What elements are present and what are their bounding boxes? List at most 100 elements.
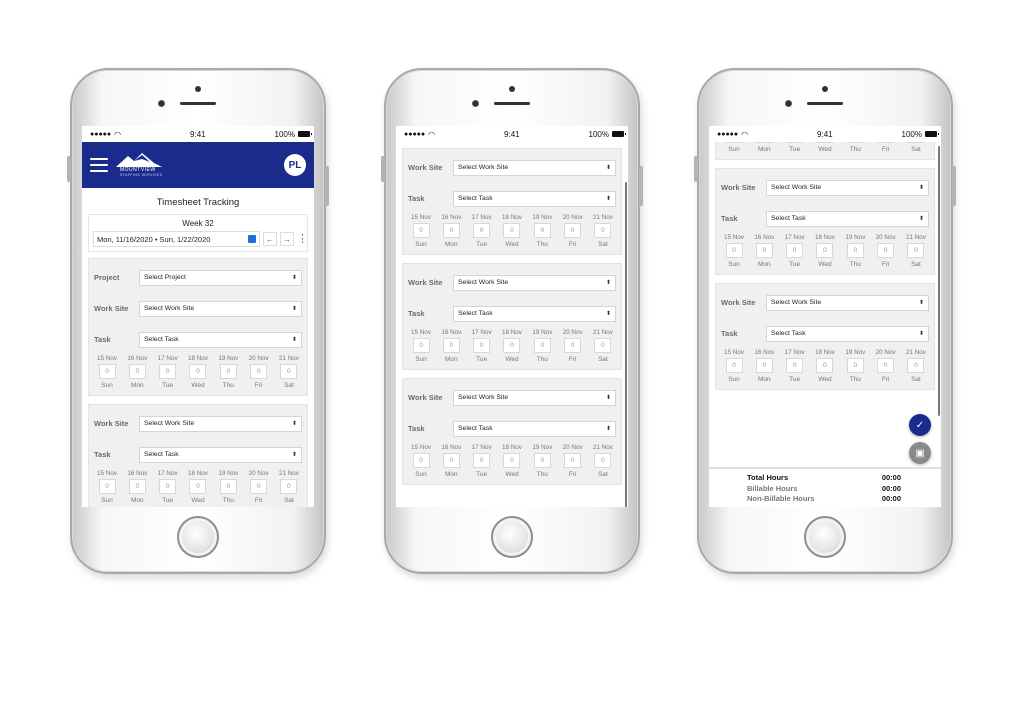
hours-input[interactable]: 0 bbox=[442, 223, 460, 238]
hours-input[interactable]: 0 bbox=[907, 243, 925, 258]
hours-input[interactable]: 0 bbox=[564, 223, 582, 238]
hours-input[interactable]: 0 bbox=[877, 243, 895, 258]
hours-input[interactable]: 0 bbox=[755, 358, 773, 373]
hours-input[interactable]: 0 bbox=[412, 453, 430, 468]
task-select[interactable]: Select Task ⬍ bbox=[453, 420, 616, 437]
hours-input[interactable]: 0 bbox=[473, 453, 491, 468]
hours-input[interactable]: 0 bbox=[219, 364, 237, 379]
menu-icon[interactable] bbox=[90, 158, 108, 172]
hours-input[interactable]: 0 bbox=[533, 223, 551, 238]
work-site-select[interactable]: Select Work Site ⬍ bbox=[139, 415, 302, 432]
prev-week-button[interactable]: ← bbox=[263, 232, 277, 246]
hours-input[interactable]: 0 bbox=[564, 453, 582, 468]
hours-input[interactable]: 0 bbox=[473, 223, 491, 238]
day-name: Sat bbox=[284, 382, 294, 389]
day-name: Mon bbox=[758, 376, 771, 383]
hours-input[interactable]: 0 bbox=[250, 479, 268, 494]
day-date: 21 Nov bbox=[592, 444, 613, 451]
save-button[interactable]: ▣ bbox=[909, 442, 931, 464]
select-caret-icon: ⬍ bbox=[291, 421, 297, 427]
hours-input[interactable]: 0 bbox=[442, 453, 460, 468]
scrollbar[interactable] bbox=[625, 182, 627, 507]
wifi-icon: ◠ bbox=[741, 129, 749, 139]
hours-input[interactable]: 0 bbox=[846, 358, 864, 373]
home-button[interactable] bbox=[491, 516, 533, 558]
work-site-select[interactable]: Select Work Site ⬍ bbox=[453, 389, 616, 406]
hours-input[interactable]: 0 bbox=[159, 364, 177, 379]
hours-input[interactable]: 0 bbox=[473, 338, 491, 353]
task-select[interactable]: Select Task ⬍ bbox=[766, 325, 929, 342]
date-range-field[interactable]: Mon, 11/16/2020 • Sun, 1/22/2020 bbox=[93, 231, 260, 247]
task-select[interactable]: Select Task ⬍ bbox=[766, 210, 929, 227]
hours-input[interactable]: 0 bbox=[786, 142, 804, 143]
hours-input[interactable]: 0 bbox=[786, 358, 804, 373]
hours-input[interactable]: 0 bbox=[846, 243, 864, 258]
hours-input[interactable]: 0 bbox=[755, 142, 773, 143]
hours-input[interactable]: 0 bbox=[725, 243, 743, 258]
hours-input[interactable]: 0 bbox=[412, 338, 430, 353]
scrollbar[interactable] bbox=[938, 146, 940, 416]
work-site-select[interactable]: Select Work Site ⬍ bbox=[766, 179, 929, 196]
home-button[interactable] bbox=[804, 516, 846, 558]
hours-input[interactable]: 0 bbox=[816, 358, 834, 373]
hours-input[interactable]: 0 bbox=[594, 223, 612, 238]
hours-input[interactable]: 0 bbox=[725, 142, 743, 143]
task-select[interactable]: Select Task ⬍ bbox=[453, 305, 616, 322]
hours-input[interactable]: 0 bbox=[128, 364, 146, 379]
select-caret-icon: ⬍ bbox=[605, 395, 611, 401]
project-select[interactable]: Select Project ⬍ bbox=[139, 269, 302, 286]
hours-input[interactable]: 0 bbox=[98, 479, 116, 494]
work-site-select[interactable]: Select Work Site ⬍ bbox=[453, 274, 616, 291]
hours-input[interactable]: 0 bbox=[533, 453, 551, 468]
day-name: Tue bbox=[162, 497, 174, 504]
home-button[interactable] bbox=[177, 516, 219, 558]
work-site-select[interactable]: Select Work Site ⬍ bbox=[766, 294, 929, 311]
scrolled-content[interactable]: Work Site Select Work Site ⬍ Task Select Tas… bbox=[396, 142, 628, 507]
hours-input[interactable]: 0 bbox=[219, 479, 237, 494]
hours-input[interactable]: 0 bbox=[725, 358, 743, 373]
hours-input[interactable]: 0 bbox=[189, 364, 207, 379]
hours-input[interactable]: 0 bbox=[280, 479, 298, 494]
task-row: Task Select Task ⬍ bbox=[721, 318, 929, 349]
select-caret-icon: ⬍ bbox=[291, 306, 297, 312]
hours-input[interactable]: 0 bbox=[786, 243, 804, 258]
hours-input[interactable]: 0 bbox=[594, 453, 612, 468]
hours-input[interactable]: 0 bbox=[412, 223, 430, 238]
hours-input[interactable]: 0 bbox=[594, 338, 612, 353]
status-bar: ●●●●● ◠ 9:41 100% bbox=[82, 126, 314, 142]
task-select[interactable]: Select Task ⬍ bbox=[139, 331, 302, 348]
work-site-select[interactable]: Select Work Site ⬍ bbox=[139, 300, 302, 317]
hours-input[interactable]: 0 bbox=[128, 479, 146, 494]
hours-input[interactable]: 0 bbox=[533, 338, 551, 353]
submit-button[interactable]: ✓ bbox=[909, 414, 931, 436]
hours-input[interactable]: 0 bbox=[503, 453, 521, 468]
hours-input[interactable]: 0 bbox=[755, 243, 773, 258]
next-week-button[interactable]: → bbox=[280, 232, 294, 246]
day-date: 19 Nov bbox=[845, 349, 866, 356]
hours-input[interactable]: 0 bbox=[189, 479, 207, 494]
user-avatar[interactable]: PL bbox=[284, 154, 306, 176]
hours-input[interactable]: 0 bbox=[816, 243, 834, 258]
task-select[interactable]: Select Task ⬍ bbox=[139, 446, 302, 463]
hours-input[interactable]: 0 bbox=[907, 358, 925, 373]
hours-input[interactable]: 0 bbox=[98, 364, 116, 379]
hours-input[interactable]: 0 bbox=[503, 338, 521, 353]
work-site-select[interactable]: Select Work Site ⬍ bbox=[453, 159, 616, 176]
hours-input[interactable]: 0 bbox=[280, 364, 298, 379]
more-options-icon[interactable]: ⋮ bbox=[297, 234, 308, 245]
hours-input[interactable]: 0 bbox=[159, 479, 177, 494]
scrolled-content[interactable]: 15 Nov 0 Sun 16 Nov 0 Mon 17 Nov 0 Tue 18 Nov 0 Wed… bbox=[709, 142, 941, 467]
billable-hours-row: Billable Hours 00:00 bbox=[747, 484, 901, 495]
hours-input[interactable]: 0 bbox=[907, 142, 925, 143]
hours-input[interactable]: 0 bbox=[846, 142, 864, 143]
hours-input[interactable]: 0 bbox=[442, 338, 460, 353]
hours-input[interactable]: 0 bbox=[250, 364, 268, 379]
hours-input[interactable]: 0 bbox=[816, 142, 834, 143]
hours-input[interactable]: 0 bbox=[877, 358, 895, 373]
hours-input[interactable]: 0 bbox=[503, 223, 521, 238]
task-label: Task bbox=[408, 309, 425, 318]
hours-input[interactable]: 0 bbox=[877, 142, 895, 143]
task-select[interactable]: Select Task ⬍ bbox=[453, 190, 616, 207]
calendar-icon[interactable] bbox=[248, 235, 256, 243]
hours-input[interactable]: 0 bbox=[564, 338, 582, 353]
